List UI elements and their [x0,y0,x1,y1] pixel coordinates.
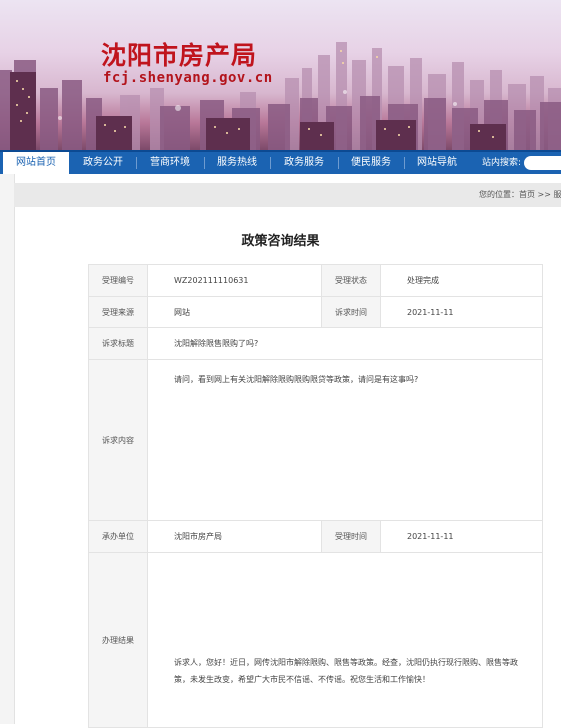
nav-item-home[interactable]: 网站首页 [3,152,69,174]
source-label: 受理来源 [88,296,148,328]
source-value: 网站 [147,296,322,328]
nav-divider [136,157,137,169]
city-skyline-image [0,42,561,150]
table-row: 承办单位 沈阳市房产局 受理时间 2021-11-11 [88,520,543,553]
table-row: 办理结果 诉求人，您好！近日，网传沈阳市解除限购、限售等政策。经查，沈阳仍执行现… [88,552,543,728]
content-value: 请问，看到网上有关沈阳解除限购限购限贷等政策，请问是有这事吗? [147,359,543,521]
table-row: 诉求内容 请问，看到网上有关沈阳解除限购限购限贷等政策，请问是有这事吗? [88,359,543,521]
nav-item-government-services[interactable]: 政务服务 [272,152,336,174]
case-status-label: 受理状态 [321,264,381,297]
nav-divider [338,157,339,169]
site-banner: 沈阳市房产局 fcj.shenyang.gov.cn [0,0,561,150]
subject-label: 诉求标题 [88,327,148,360]
consultation-result-table: 受理编号 WZ202111110631 受理状态 处理完成 受理来源 网站 诉求… [88,264,543,728]
nav-divider [204,157,205,169]
table-row: 受理编号 WZ202111110631 受理状态 处理完成 [88,264,543,297]
site-logo-title[interactable]: 沈阳市房产局 [101,36,257,72]
case-id-value: WZ202111110631 [147,264,322,297]
left-margin [0,174,15,724]
site-url: fcj.shenyang.gov.cn [103,70,273,86]
nav-item-service-hotline[interactable]: 服务热线 [206,152,268,174]
search-label: 站内搜索: [482,158,522,168]
content-label: 诉求内容 [88,359,148,521]
accept-time-label: 受理时间 [321,520,381,553]
nav-item-site-map[interactable]: 网站导航 [406,152,468,174]
handling-dept-label: 承办单位 [88,520,148,553]
nav-divider [404,157,405,169]
nav-item-government-affairs[interactable]: 政务公开 [72,152,134,174]
table-row: 诉求标题 沈阳解除限售限购了吗? [88,327,543,360]
result-value: 诉求人，您好！近日，网传沈阳市解除限购、限售等政策。经查，沈阳仍执行现行限购、限… [147,552,543,728]
submit-time-label: 诉求时间 [321,296,381,328]
site-search-input[interactable] [524,156,561,170]
result-label: 办理结果 [88,552,148,728]
table-row: 受理来源 网站 诉求时间 2021-11-11 [88,296,543,328]
main-nav: 网站首页 政务公开 营商环境 服务热线 政务服务 便民服务 网站导航 站内搜索: [0,150,561,174]
breadcrumb-bar: 您的位置：首页 >> 服务热线 [14,183,561,207]
handling-dept-value: 沈阳市房产局 [147,520,322,553]
nav-divider [270,157,271,169]
nav-item-public-services[interactable]: 便民服务 [340,152,402,174]
page-title: 政策咨询结果 [241,234,320,249]
submit-time-value: 2021-11-11 [380,296,543,328]
subject-value: 沈阳解除限售限购了吗? [147,327,543,360]
case-status-value: 处理完成 [380,264,543,297]
accept-time-value: 2021-11-11 [380,520,543,553]
nav-item-business-environment[interactable]: 营商环境 [138,152,202,174]
breadcrumb[interactable]: 您的位置：首页 >> 服务热线 [479,183,561,207]
case-id-label: 受理编号 [88,264,148,297]
